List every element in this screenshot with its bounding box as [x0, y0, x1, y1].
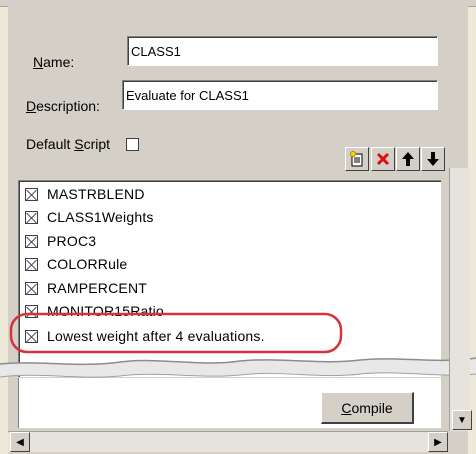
compile-accel: C	[341, 399, 352, 416]
compile-button[interactable]: Compile	[321, 392, 414, 424]
highlight-oval	[9, 312, 343, 354]
script-dialog: Name: Description: Default Script MAS	[0, 0, 476, 454]
compile-label: ompile	[351, 399, 393, 416]
scroll-left-button[interactable]: ◀	[10, 432, 30, 452]
scroll-down-button[interactable]: ▼	[452, 410, 472, 430]
horizontal-scrollbar[interactable]	[8, 431, 448, 452]
scroll-left-icon: ◀	[16, 436, 24, 448]
scroll-down-icon: ▼	[457, 414, 467, 426]
vertical-scrollbar[interactable]	[449, 168, 470, 431]
scroll-right-icon: ▶	[434, 436, 442, 448]
scroll-right-button[interactable]: ▶	[428, 432, 448, 452]
